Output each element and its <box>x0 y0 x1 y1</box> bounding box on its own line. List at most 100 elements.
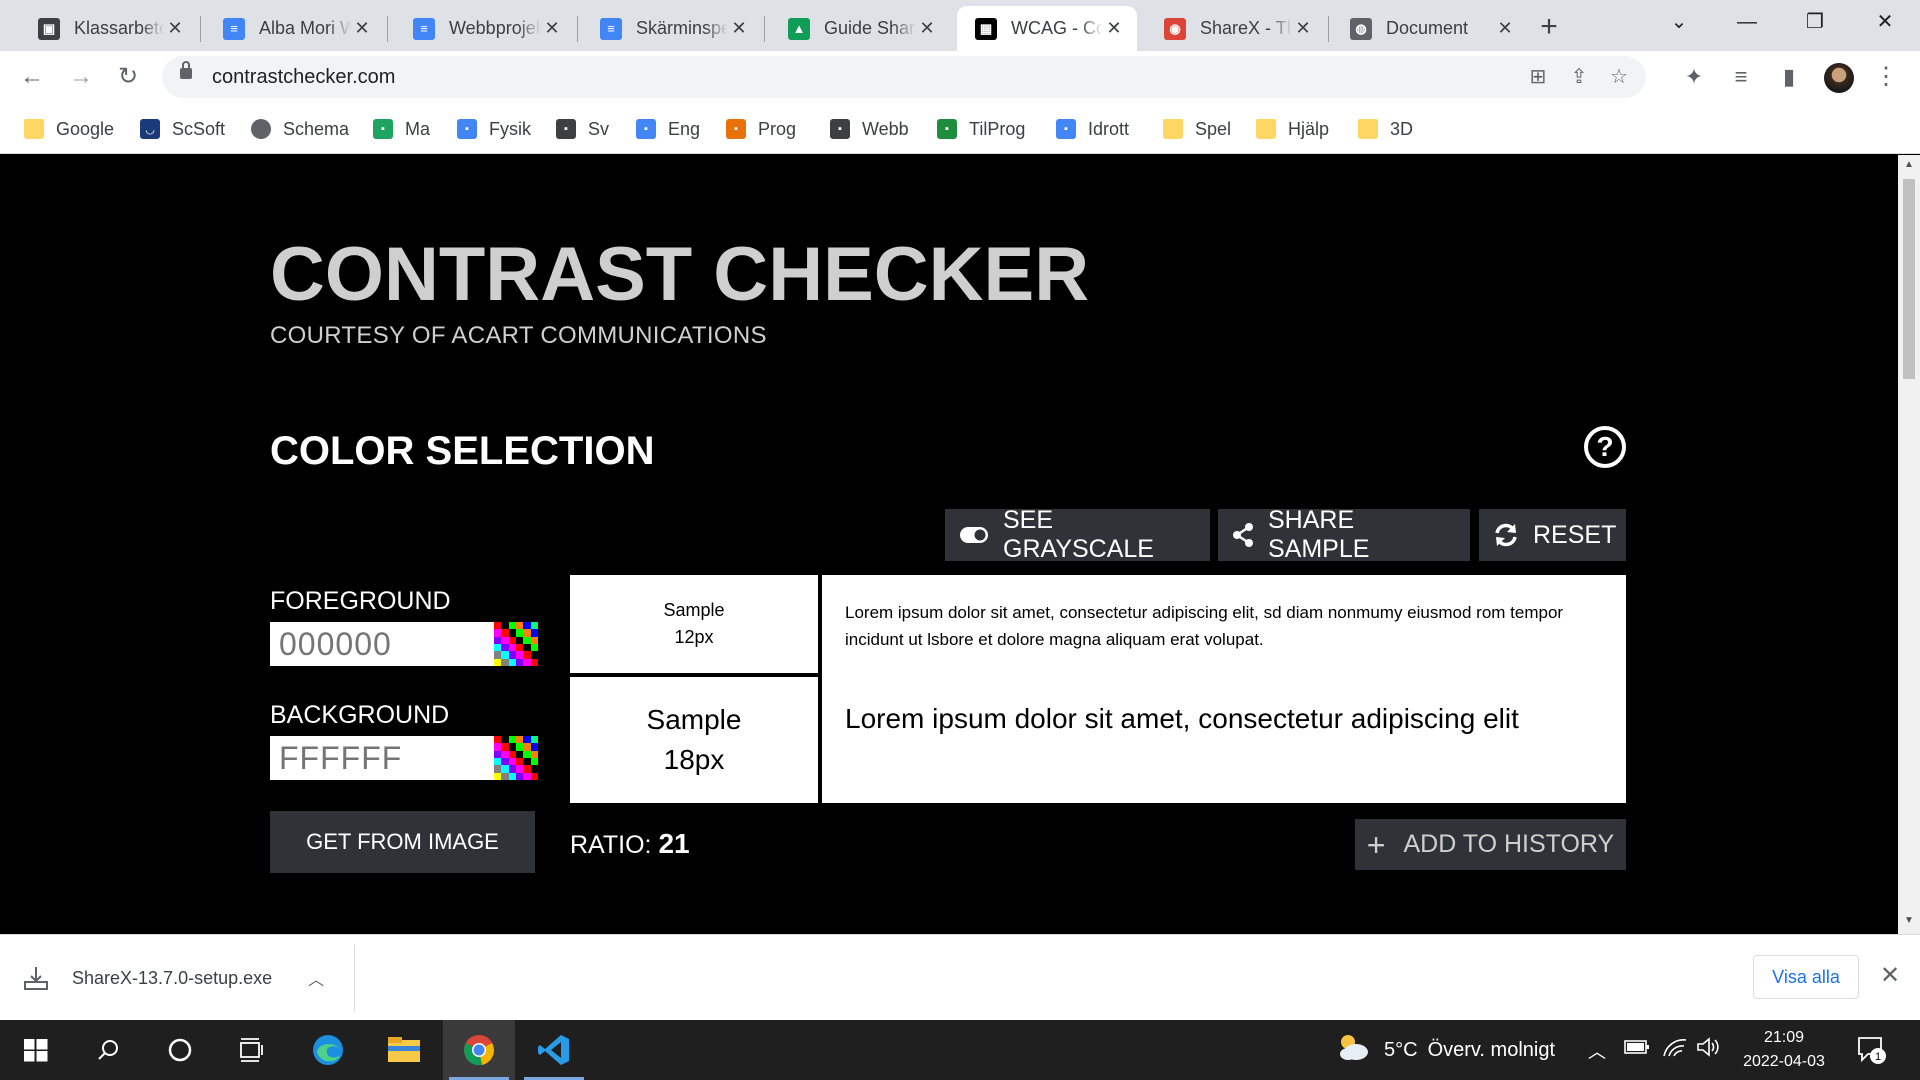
share-icon[interactable]: ⇪ <box>1564 62 1594 92</box>
page-scrollbar[interactable]: ▲ ▼ <box>1898 155 1920 934</box>
tab-close-icon[interactable]: ✕ <box>541 18 563 39</box>
bookmark-item[interactable]: Hjälp <box>1256 116 1329 142</box>
bookmark-item[interactable]: Schema <box>251 116 349 142</box>
tab-close-icon[interactable]: ✕ <box>728 18 750 39</box>
minimize-icon[interactable]: — <box>1714 0 1780 46</box>
browser-tab[interactable]: ≡ Alba Mori W ✕ <box>205 6 385 51</box>
sample-18px-size: 18px <box>663 744 725 775</box>
back-button[interactable]: ← <box>14 59 50 95</box>
tab-title: Guide Share <box>824 18 916 38</box>
scrollbar-thumb[interactable] <box>1903 179 1915 379</box>
color-swatch <box>494 622 502 630</box>
bookmark-item[interactable]: ▪ Idrott <box>1056 116 1129 142</box>
bookmark-label: 3D <box>1390 118 1414 139</box>
edge-icon[interactable] <box>292 1020 364 1080</box>
lock-icon[interactable] <box>180 61 192 79</box>
page-title: CONTRAST CHECKER <box>270 232 1090 317</box>
close-window-icon[interactable]: ✕ <box>1852 0 1918 46</box>
scroll-up-arrow-icon[interactable]: ▲ <box>1903 159 1915 170</box>
bookmark-item[interactable]: Google <box>24 116 114 142</box>
download-filename[interactable]: ShareX-13.7.0-setup.exe <box>72 968 272 989</box>
color-swatch <box>501 765 509 773</box>
browser-tab[interactable]: ◉ ShareX - Th ✕ <box>1146 6 1326 51</box>
tray-chevron-icon[interactable]: ︿ <box>1588 1038 1606 1064</box>
task-view-icon[interactable] <box>216 1020 288 1080</box>
bookmark-item[interactable]: ◡ ScSoft <box>140 116 225 142</box>
extensions-icon[interactable]: ✦ <box>1676 59 1712 95</box>
browser-tab[interactable]: ≡ Skärminspelning✕ <box>582 6 762 51</box>
color-swatch <box>508 750 516 758</box>
close-icon[interactable]: ✕ <box>1880 961 1900 990</box>
side-panel-icon[interactable]: ▮ <box>1771 59 1807 95</box>
search-icon[interactable] <box>72 1020 144 1080</box>
share-sample-button[interactable]: SHARE SAMPLE <box>1218 506 1470 563</box>
bookmark-star-icon[interactable]: ☆ <box>1604 62 1634 92</box>
browser-tab[interactable]: ◍ Document ✕ <box>1332 6 1528 51</box>
color-swatch <box>530 758 538 766</box>
battery-icon[interactable] <box>1624 1036 1650 1063</box>
profile-avatar[interactable] <box>1824 63 1854 93</box>
tab-close-icon[interactable]: ✕ <box>1494 18 1516 39</box>
bookmark-item[interactable]: ▪ Prog <box>726 116 796 142</box>
weather-cloud-icon <box>1336 1032 1370 1068</box>
browser-tab[interactable]: ▲ Guide Share ✕ <box>770 6 950 51</box>
show-all-downloads-button[interactable]: Visa alla <box>1753 955 1859 999</box>
bookmark-item[interactable]: Spel <box>1163 116 1231 142</box>
help-icon[interactable]: ? <box>1584 426 1626 468</box>
wifi-icon[interactable] <box>1662 1036 1688 1063</box>
browser-tab[interactable]: ▣ Klassarbete ✕ <box>20 6 198 51</box>
tab-title: Skärminspelning <box>636 18 728 38</box>
download-item[interactable]: ShareX-13.7.0-setup.exe ︿ <box>22 935 324 1021</box>
browser-tab[interactable]: ≡ Webbprojekt ✕ <box>395 6 575 51</box>
reset-button[interactable]: RESET <box>1479 509 1626 561</box>
windows-start-icon[interactable] <box>0 1020 72 1080</box>
url-text[interactable]: contrastchecker.com <box>212 56 395 98</box>
vscode-icon[interactable] <box>518 1020 590 1080</box>
tab-close-icon[interactable]: ✕ <box>1103 18 1125 39</box>
bookmark-item[interactable]: ▪ Eng <box>636 116 700 142</box>
get-from-image-button[interactable]: GET FROM IMAGE <box>270 811 535 873</box>
media-control-icon[interactable]: ≡ <box>1723 59 1759 95</box>
bookmark-item[interactable]: ▪ Webb <box>830 116 909 142</box>
tab-close-icon[interactable]: ✕ <box>1292 18 1314 39</box>
address-bar[interactable]: contrastchecker.com ⊞ ⇪ ☆ <box>162 56 1646 98</box>
bookmark-item[interactable]: 3D <box>1358 116 1413 142</box>
new-tab-button[interactable]: + <box>1531 10 1567 46</box>
tab-close-icon[interactable]: ✕ <box>164 18 186 39</box>
bookmark-item[interactable]: ▪ Sv <box>556 116 609 142</box>
scsoft-icon: ◡ <box>140 119 160 139</box>
browser-tab[interactable]: ▦ WCAG - Co ✕ <box>957 6 1137 51</box>
bookmark-label: Prog <box>758 118 797 139</box>
background-color-picker[interactable] <box>494 736 538 780</box>
bookmark-item[interactable]: ▪ Ma <box>373 116 430 142</box>
see-grayscale-button[interactable]: SEE GRAYSCALE <box>945 506 1210 563</box>
system-clock[interactable]: 21:09 2022-04-03 <box>1716 1026 1852 1074</box>
color-swatch <box>501 772 509 780</box>
background-input[interactable] <box>270 736 494 780</box>
tab-close-icon[interactable]: ✕ <box>916 18 938 39</box>
chevron-up-icon[interactable]: ︿ <box>308 966 324 990</box>
foreground-input[interactable] <box>270 622 494 666</box>
color-swatch <box>494 772 502 780</box>
reload-button[interactable]: ↻ <box>110 59 146 95</box>
scroll-down-arrow-icon[interactable]: ▼ <box>1903 915 1915 926</box>
translate-icon[interactable]: ⊞ <box>1523 62 1553 92</box>
menu-icon[interactable]: ⋮ <box>1868 59 1904 95</box>
file-explorer-icon[interactable] <box>368 1020 440 1080</box>
notification-center-icon[interactable]: 1 <box>1856 1034 1886 1064</box>
restore-icon[interactable]: ❐ <box>1782 0 1848 46</box>
bookmark-label: ScSoft <box>172 118 226 139</box>
weather-widget[interactable]: 5°C Överv. molnigt <box>1336 1020 1555 1080</box>
docs-icon: ≡ <box>600 17 622 40</box>
bookmark-item[interactable]: ▪ Fysik <box>457 116 531 142</box>
color-swatch <box>516 651 524 659</box>
tab-close-icon[interactable]: ✕ <box>351 18 373 39</box>
cortana-icon[interactable] <box>144 1020 216 1080</box>
tab-separator <box>577 16 578 42</box>
forward-button[interactable]: → <box>63 59 99 95</box>
add-to-history-button[interactable]: + ADD TO HISTORY <box>1355 819 1626 870</box>
bookmark-item[interactable]: ▪ TilProg <box>937 116 1025 142</box>
foreground-color-picker[interactable] <box>494 622 538 666</box>
tab-search-icon[interactable]: ⌄ <box>1646 0 1712 46</box>
chrome-taskbar-icon[interactable] <box>443 1020 515 1080</box>
